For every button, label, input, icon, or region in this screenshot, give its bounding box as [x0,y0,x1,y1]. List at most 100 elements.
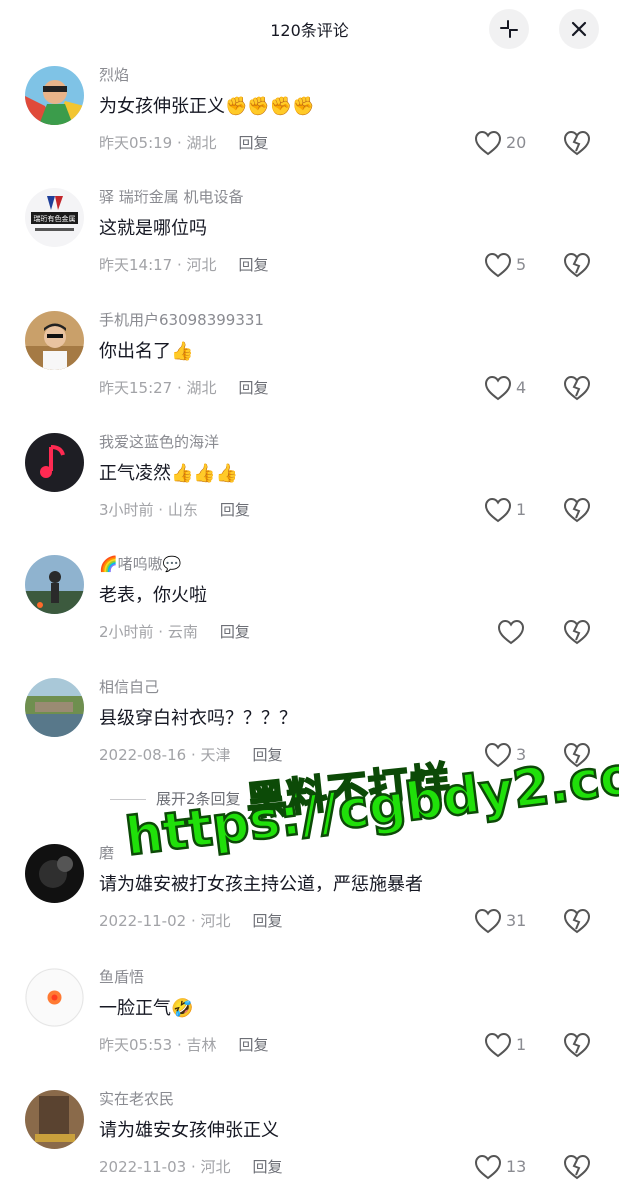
broken-heart-icon [563,130,591,156]
comment-item: 🌈啫呜嗷💬 老表，你火啦 2小时前 · 云南 回复 [0,549,619,669]
comment-text: 老表，你火啦 [99,585,207,606]
heart-icon [474,908,502,934]
comment-item: 手机用户63098399331 你出名了👍 昨天15:27 · 湖北 回复 4 [0,305,619,425]
reply-button[interactable]: 回复 [252,1158,282,1176]
dislike-button[interactable] [563,497,591,527]
comment-time-location: 昨天05:53 · 吉林 [99,1036,217,1054]
comment-username[interactable]: 烈焰 [99,64,129,85]
reply-button[interactable]: 回复 [239,379,269,397]
comment-username[interactable]: 磨 [99,842,114,863]
like-count: 3 [516,745,527,764]
like-count: 1 [516,1035,527,1054]
dislike-button[interactable] [563,1032,591,1062]
close-button[interactable] [559,9,599,49]
reply-button[interactable]: 回复 [239,134,269,152]
broken-heart-icon [563,908,591,934]
comment-meta: 2小时前 · 云南 回复 [99,621,250,642]
comment-item: 我爱这蓝色的海洋 正气凌然👍👍👍 3小时前 · 山东 回复 1 [0,427,619,547]
heart-icon [474,130,502,156]
reply-button[interactable]: 回复 [239,1036,269,1054]
dislike-button[interactable] [563,619,591,649]
broken-heart-icon [563,742,591,768]
broken-heart-icon [563,1154,591,1180]
broken-heart-icon [563,375,591,401]
comment-time-location: 3小时前 · 山东 [99,501,198,519]
heart-icon [474,1154,502,1180]
comment-meta: 昨天05:19 · 湖北 回复 [99,132,269,153]
dislike-button[interactable] [563,130,591,160]
comment-meta: 3小时前 · 山东 回复 [99,499,250,520]
comment-meta: 2022-11-03 · 河北 回复 [99,1156,283,1177]
dislike-button[interactable] [563,908,591,938]
comment-time-location: 2小时前 · 云南 [99,623,198,641]
comment-username[interactable]: 驿 瑞珩金属 机电设备 [99,186,244,207]
avatar-logo-text: 瑞珩有色金属 [34,214,76,223]
like-count: 20 [506,133,527,152]
comment-text: 请为雄安被打女孩主持公道，严惩施暴者 [99,874,423,895]
comment-meta: 昨天14:17 · 河北 回复 [99,254,269,275]
dislike-button[interactable] [563,375,591,405]
broken-heart-icon [563,252,591,278]
comment-meta: 2022-11-02 · 河北 回复 [99,910,283,931]
comment-username[interactable]: 相信自己 [99,676,159,697]
reply-button[interactable]: 回复 [220,623,250,641]
broken-heart-icon [563,1032,591,1058]
comment-text: 正气凌然👍👍👍 [99,463,239,484]
heart-icon [484,742,512,768]
comment-item: 瑞珩有色金属 驿 瑞珩金属 机电设备 这就是哪位吗 昨天14:17 · 河北 回复… [0,182,619,302]
avatar[interactable] [25,1090,84,1149]
comment-username[interactable]: 我爱这蓝色的海洋 [99,431,219,452]
collapse-button[interactable] [489,9,529,49]
avatar[interactable] [25,968,84,1027]
comment-username[interactable]: 🌈啫呜嗷💬 [99,553,181,574]
comment-time-location: 2022-11-03 · 河北 [99,1158,231,1176]
collapse-icon [500,20,518,38]
reply-button[interactable]: 回复 [220,501,250,519]
expand-replies-label: 展开2条回复 [156,790,241,808]
avatar[interactable] [25,844,84,903]
like-count: 31 [506,911,527,930]
avatar[interactable] [25,555,84,614]
comment-text: 你出名了👍 [99,341,194,362]
comment-time-location: 2022-08-16 · 天津 [99,746,231,764]
expand-replies-button[interactable]: 展开2条回复 [110,788,241,809]
comment-text: 县级穿白衬衣吗？？？？ [99,708,297,729]
avatar[interactable] [25,433,84,492]
heart-icon [497,619,525,645]
like-count: 13 [506,1157,527,1176]
comment-time-location: 昨天14:17 · 河北 [99,256,217,274]
comment-item: 相信自己 县级穿白衬衣吗？？？？ 2022-08-16 · 天津 回复 3 [0,672,619,792]
divider [110,799,146,800]
broken-heart-icon [563,619,591,645]
comment-text: 一脸正气🤣 [99,998,194,1019]
comment-username[interactable]: 鱼盾悟 [99,966,144,987]
comment-time-location: 昨天05:19 · 湖北 [99,134,217,152]
heart-icon [484,375,512,401]
avatar[interactable]: 瑞珩有色金属 [25,188,84,247]
avatar[interactable] [25,66,84,125]
comment-username[interactable]: 手机用户63098399331 [99,309,264,330]
comment-meta: 昨天05:53 · 吉林 回复 [99,1034,269,1055]
comment-item: 烈焰 为女孩伸张正义✊✊✊✊ 昨天05:19 · 湖北 回复 20 [0,60,619,180]
reply-button[interactable]: 回复 [252,912,282,930]
broken-heart-icon [563,497,591,523]
comment-meta: 2022-08-16 · 天津 回复 [99,744,283,765]
like-count: 5 [516,255,527,274]
reply-button[interactable]: 回复 [252,746,282,764]
comment-text: 请为雄安女孩伸张正义 [99,1120,279,1141]
avatar[interactable] [25,678,84,737]
close-icon [571,21,587,37]
dislike-button[interactable] [563,742,591,772]
comment-text: 为女孩伸张正义✊✊✊✊ [99,96,315,117]
comments-header: 120条评论 [0,0,619,56]
heart-icon [484,1032,512,1058]
dislike-button[interactable] [563,1154,591,1184]
comment-item: 磨 请为雄安被打女孩主持公道，严惩施暴者 2022-11-02 · 河北 回复 3… [0,838,619,958]
like-count: 1 [516,500,527,519]
avatar[interactable] [25,311,84,370]
like-count: 4 [516,378,527,397]
comment-text: 这就是哪位吗 [99,218,207,239]
comment-username[interactable]: 实在老农民 [99,1088,174,1109]
reply-button[interactable]: 回复 [239,256,269,274]
dislike-button[interactable] [563,252,591,282]
